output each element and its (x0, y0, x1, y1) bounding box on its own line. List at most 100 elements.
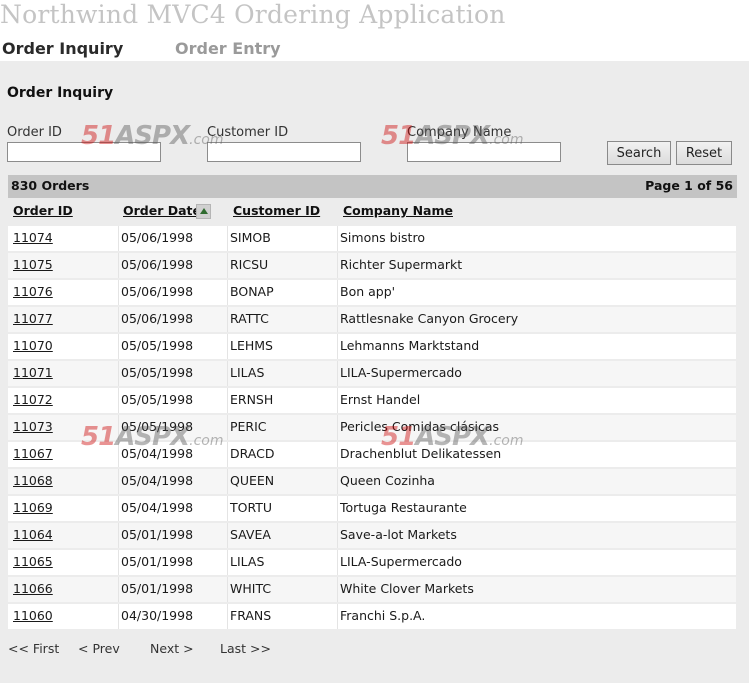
orders-table: 11074 05/06/1998 SIMOB Simons bistro 11075 05… (8, 226, 736, 631)
order-id-link[interactable]: 11066 (13, 581, 53, 596)
customer-id-cell: LILAS (227, 361, 337, 386)
sort-ascending-icon[interactable] (196, 204, 211, 219)
order-id-link[interactable]: 11070 (13, 338, 53, 353)
customer-id-cell: RATTC (227, 307, 337, 332)
order-date-cell: 05/05/1998 (118, 334, 226, 359)
customer-id-cell: PERIC (227, 415, 337, 440)
order-id-link[interactable]: 11067 (13, 446, 53, 461)
order-date-cell: 05/01/1998 (118, 577, 226, 602)
pager-prev-link[interactable]: < Prev (78, 641, 120, 656)
table-row: 11066 05/01/1998 WHITC White Clover Markets (8, 577, 736, 602)
customer-id-cell: FRANS (227, 604, 337, 629)
order-id-cell: 11074 (8, 226, 116, 251)
order-date-cell: 05/04/1998 (118, 496, 226, 521)
order-id-link[interactable]: 11074 (13, 230, 53, 245)
customer-id-cell: QUEEN (227, 469, 337, 494)
column-header-customer-id[interactable]: Customer ID (233, 203, 320, 218)
table-row: 11076 05/06/1998 BONAP Bon app' (8, 280, 736, 305)
table-row: 11067 05/04/1998 DRACD Drachenblut Delikate… (8, 442, 736, 467)
order-id-cell: 11066 (8, 577, 116, 602)
column-header-order-id[interactable]: Order ID (13, 203, 73, 218)
customer-id-cell: BONAP (227, 280, 337, 305)
pager-next-link[interactable]: Next > (150, 641, 194, 656)
search-button[interactable]: Search (607, 141, 671, 165)
order-date-cell: 05/06/1998 (118, 226, 226, 251)
order-id-cell: 11072 (8, 388, 116, 413)
order-id-input[interactable] (7, 142, 161, 162)
customer-id-cell: LILAS (227, 550, 337, 575)
page-title: Order Inquiry (7, 85, 114, 101)
order-id-cell: 11069 (8, 496, 116, 521)
table-row: 11068 05/04/1998 QUEEN Queen Cozinha (8, 469, 736, 494)
order-date-cell: 05/05/1998 (118, 415, 226, 440)
order-id-cell: 11073 (8, 415, 116, 440)
company-name-input[interactable] (407, 142, 561, 162)
company-name-cell: Ernst Handel (337, 388, 736, 413)
company-name-cell: Queen Cozinha (337, 469, 736, 494)
table-row: 11070 05/05/1998 LEHMS Lehmanns Marktstand (8, 334, 736, 359)
tab-order-inquiry[interactable]: Order Inquiry (2, 38, 123, 60)
order-date-cell: 05/06/1998 (118, 280, 226, 305)
table-row: 11069 05/04/1998 TORTU Tortuga Restaurante (8, 496, 736, 521)
order-date-cell: 05/05/1998 (118, 361, 226, 386)
order-id-cell: 11075 (8, 253, 116, 278)
order-date-cell: 05/05/1998 (118, 388, 226, 413)
table-row: 11073 05/05/1998 PERIC Pericles Comidas clá… (8, 415, 736, 440)
order-id-link[interactable]: 11069 (13, 500, 53, 515)
customer-id-cell: ERNSH (227, 388, 337, 413)
order-id-link[interactable]: 11068 (13, 473, 53, 488)
order-id-cell: 11071 (8, 361, 116, 386)
table-row: 11072 05/05/1998 ERNSH Ernst Handel (8, 388, 736, 413)
order-id-link[interactable]: 11065 (13, 554, 53, 569)
order-id-cell: 11068 (8, 469, 116, 494)
table-row: 11074 05/06/1998 SIMOB Simons bistro (8, 226, 736, 251)
order-inquiry-panel: Order Inquiry Order ID Customer ID Compa… (0, 61, 749, 683)
tab-order-entry[interactable]: Order Entry (175, 38, 281, 60)
company-name-cell: White Clover Markets (337, 577, 736, 602)
order-id-link[interactable]: 11075 (13, 257, 53, 272)
order-id-link[interactable]: 11077 (13, 311, 53, 326)
company-name-cell: Rattlesnake Canyon Grocery (337, 307, 736, 332)
order-id-link[interactable]: 11076 (13, 284, 53, 299)
order-id-link[interactable]: 11060 (13, 608, 53, 623)
order-id-link[interactable]: 11071 (13, 365, 53, 380)
order-date-cell: 05/06/1998 (118, 253, 226, 278)
customer-id-cell: WHITC (227, 577, 337, 602)
customer-id-label: Customer ID (207, 125, 289, 140)
order-date-cell: 05/06/1998 (118, 307, 226, 332)
table-row: 11060 04/30/1998 FRANS Franchi S.p.A. (8, 604, 736, 629)
pager-last-link[interactable]: Last >> (220, 641, 271, 656)
order-id-cell: 11064 (8, 523, 116, 548)
company-name-cell: Simons bistro (337, 226, 736, 251)
company-name-label: Company Name (407, 125, 512, 140)
column-header-order-date[interactable]: Order Date (123, 203, 201, 218)
reset-button[interactable]: Reset (676, 141, 732, 165)
customer-id-cell: SAVEA (227, 523, 337, 548)
customer-id-cell: SIMOB (227, 226, 337, 251)
company-name-cell: Lehmanns Marktstand (337, 334, 736, 359)
order-id-cell: 11065 (8, 550, 116, 575)
company-name-cell: Save-a-lot Markets (337, 523, 736, 548)
company-name-cell: Franchi S.p.A. (337, 604, 736, 629)
company-name-cell: Drachenblut Delikatessen (337, 442, 736, 467)
order-id-link[interactable]: 11064 (13, 527, 53, 542)
column-header-company-name[interactable]: Company Name (343, 203, 453, 218)
results-summary-bar: 830 Orders Page 1 of 56 (8, 175, 737, 198)
order-id-cell: 11077 (8, 307, 116, 332)
pager-first-link[interactable]: << First (8, 641, 59, 656)
customer-id-cell: LEHMS (227, 334, 337, 359)
customer-id-cell: TORTU (227, 496, 337, 521)
table-row: 11064 05/01/1998 SAVEA Save-a-lot Markets (8, 523, 736, 548)
company-name-cell: Richter Supermarkt (337, 253, 736, 278)
table-row: 11077 05/06/1998 RATTC Rattlesnake Canyon G… (8, 307, 736, 332)
company-name-cell: Pericles Comidas clásicas (337, 415, 736, 440)
order-date-cell: 05/01/1998 (118, 523, 226, 548)
company-name-cell: LILA-Supermercado (337, 550, 736, 575)
table-row: 11075 05/06/1998 RICSU Richter Supermarkt (8, 253, 736, 278)
order-id-link[interactable]: 11073 (13, 419, 53, 434)
customer-id-input[interactable] (207, 142, 361, 162)
order-id-link[interactable]: 11072 (13, 392, 53, 407)
order-count: 830 Orders (11, 178, 90, 193)
order-id-cell: 11070 (8, 334, 116, 359)
company-name-cell: Bon app' (337, 280, 736, 305)
